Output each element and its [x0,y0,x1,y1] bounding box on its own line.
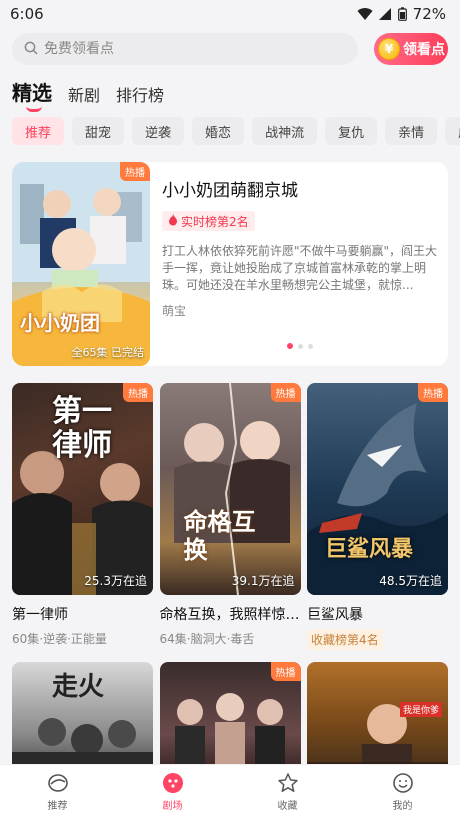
drama-title[interactable]: 第一律师 [12,604,153,624]
poster-title-art: 我是你爹 [399,702,442,717]
poster-title-art: 命格互换 [183,508,256,564]
rank-tag: 实时榜第2名 [162,211,255,231]
drama-poster[interactable]: 命格互换 热播 39.1万在追 [159,383,301,595]
status-bar: 6:06 72% [0,0,460,28]
drama-card[interactable]: 第一律师 热播 25.3万在追 第一律师 60集·逆袭·正能量 [12,383,153,650]
tab-new[interactable]: 新剧 [68,82,100,106]
bottom-nav: 推荐 剧场 收藏 我的 [0,764,460,818]
claim-points-button[interactable]: ¥ 领看点 [374,33,448,65]
carousel-dot-active [287,343,293,349]
drama-poster[interactable]: 热播 [159,662,301,764]
hot-badge: 热播 [270,383,301,402]
chip-tragic[interactable]: 虐文 [445,117,460,145]
status-indicators: 72% [357,5,446,23]
hot-badge: 热播 [270,662,301,681]
nav-profile-label: 我的 [392,800,413,812]
chip-sweet[interactable]: 甜宠 [72,117,125,145]
battery-icon [397,7,407,21]
carousel-dot [308,343,313,349]
flame-icon [168,213,178,229]
drama-meta: 64集·脑洞大·毒舌 [159,632,255,646]
tab-new-label: 新剧 [68,86,101,105]
follow-count: 39.1万在追 [231,574,295,588]
drama-card[interactable]: 命格互换 热播 39.1万在追 命格互换，我照样惊… 64集·脑洞大·毒舌 [159,383,301,650]
main-tabs: 精选 新剧 排行榜 [12,77,164,112]
chip-family[interactable]: 亲情 [385,117,438,145]
poster-art [307,403,448,595]
drama-poster[interactable]: 第一律师 热播 25.3万在追 [12,383,153,595]
status-time: 6:06 [10,5,44,23]
hero-poster[interactable]: 小小奶团 热播 全65集 已完结 [12,162,150,366]
drama-poster[interactable]: 巨鲨风暴 热播 48.5万在追 [307,383,448,595]
episode-status: 全65集 已完结 [71,346,145,359]
search-input[interactable] [44,41,324,57]
wifi-icon [357,7,373,21]
follow-count: 25.3万在追 [84,574,147,588]
nav-profile[interactable]: 我的 [345,765,460,818]
hero-poster-logo: 小小奶团 [20,311,100,335]
nav-favorites[interactable]: 收藏 [230,765,345,818]
tab-featured[interactable]: 精选 [12,77,52,112]
poster-title-art: 巨鲨风暴 [325,537,414,562]
signal-icon [378,7,392,21]
hot-badge: 热播 [120,162,150,181]
hero-title[interactable]: 小小奶团萌翻京城 [162,176,438,201]
category-chips: 推荐 甜宠 逆袭 婚恋 战神流 复仇 亲情 虐文 [12,117,460,145]
tab-ranking[interactable]: 排行榜 [116,82,164,106]
search-row: ¥ 领看点 [12,33,448,65]
follow-count: 48.5万在追 [379,574,442,588]
chip-war-god[interactable]: 战神流 [252,117,318,145]
hero-description: 打工人林依依猝死前许愿"不做牛马要躺赢"，阎王大手一挥，竟让她投胎成了京城首富林… [162,244,438,292]
search-icon [24,40,38,59]
nav-theater[interactable]: 剧场 [115,765,230,818]
theater-icon [162,772,184,794]
recommend-icon [47,772,69,794]
hot-badge: 热播 [418,383,448,402]
drama-poster[interactable]: 我是你爹 [307,662,448,764]
chip-revenge[interactable]: 复仇 [325,117,378,145]
battery-level: 72% [412,5,446,23]
chip-comeback[interactable]: 逆袭 [132,117,185,145]
rank-tag-label: 实时榜第2名 [181,214,249,229]
carousel-dots [287,343,313,349]
hot-badge: 热播 [123,383,153,402]
drama-meta: 60集·逆袭·正能量 [12,632,107,646]
claim-points-label: 领看点 [403,42,445,58]
search-box[interactable] [12,33,358,65]
nav-recommend[interactable]: 推荐 [0,765,115,818]
drama-card[interactable]: 巨鲨风暴 热播 48.5万在追 巨鲨风暴 收藏榜第4名 [307,383,448,650]
carousel-dot [298,343,303,349]
poster-title-art: 走火 [52,672,105,702]
hero-tag: 萌宝 [162,304,187,318]
nav-favorites-label: 收藏 [277,800,298,812]
drama-title[interactable]: 巨鲨风暴 [307,604,448,624]
tab-ranking-label: 排行榜 [116,86,165,105]
star-icon [277,772,299,794]
hero-banner[interactable]: 小小奶团 热播 全65集 已完结 小小奶团萌翻京城 实时榜第2名 打工人林依依猝… [12,162,448,366]
coin-icon: ¥ [378,38,400,60]
hero-info: 小小奶团萌翻京城 实时榜第2名 打工人林依依猝死前许愿"不做牛马要躺赢"，阎王大… [162,176,438,319]
chip-romance[interactable]: 婚恋 [192,117,245,145]
drama-grid: 第一律师 热播 25.3万在追 第一律师 60集·逆袭·正能量 命格互换 热播 … [12,383,448,650]
drama-row-2: 走火 热播 我是你爹 [12,662,448,764]
nav-recommend-label: 推荐 [47,800,68,812]
nav-theater-label: 剧场 [162,800,183,812]
drama-title[interactable]: 命格互换，我照样惊… [160,604,301,624]
active-tab-indicator [26,106,42,112]
drama-poster[interactable]: 走火 [12,662,153,764]
tab-featured-label: 精选 [12,81,52,105]
collection-rank-tag: 收藏榜第4名 [307,629,383,650]
poster-title-art: 第一律师 [52,394,112,463]
chip-recommend[interactable]: 推荐 [12,117,65,145]
profile-icon [392,772,414,794]
